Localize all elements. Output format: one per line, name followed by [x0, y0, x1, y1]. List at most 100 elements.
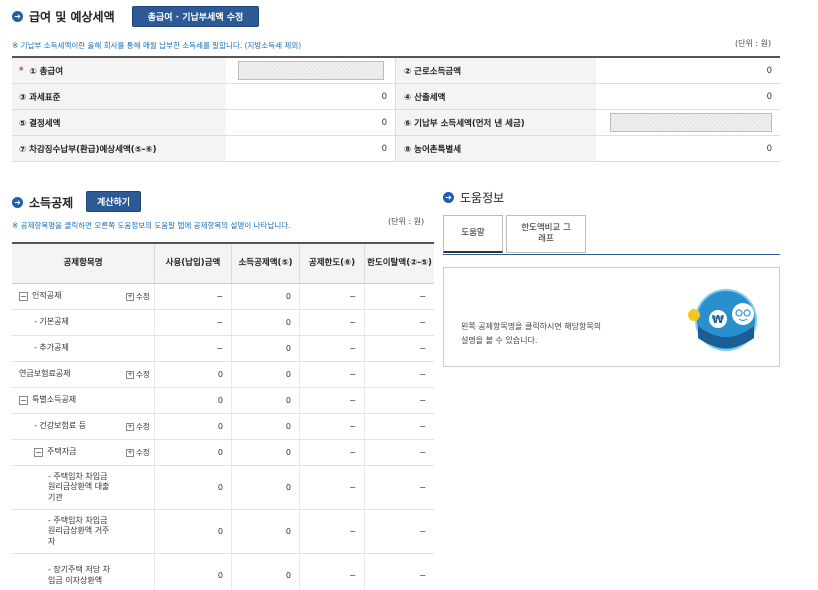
- deduction-section-title-text: 소득공제: [29, 196, 74, 210]
- deduction-item-name[interactable]: - 장기주택 저당 차입금 이자상환액: [48, 565, 116, 586]
- calculated-tax-value: 0: [766, 91, 772, 102]
- deduction-amount-cell: 0: [232, 284, 300, 309]
- deduction-item-name[interactable]: - 건강보험료 등: [34, 421, 134, 431]
- collapse-toggle-icon[interactable]: −: [19, 396, 28, 405]
- edit-label: 수정: [136, 448, 150, 457]
- used-amount-cell: 0: [155, 362, 232, 387]
- deduction-amount-cell: 0: [232, 510, 300, 553]
- deduction-amount-cell: 0: [232, 414, 300, 439]
- salary-row: * ① 총급여 ② 근로소득금액 0: [12, 58, 780, 84]
- help-text-line2: 설명을 볼 수 있습니다.: [461, 335, 538, 345]
- plus-icon: +: [126, 422, 134, 431]
- plus-icon: +: [126, 448, 134, 457]
- deduction-item-cell: − 인적공제 + 수정: [12, 284, 155, 309]
- header-deduction-amount: 소득공제액(⑤): [232, 244, 300, 283]
- collapse-toggle-icon[interactable]: −: [19, 292, 28, 301]
- edit-label: 수정: [136, 292, 150, 301]
- deduction-item-name[interactable]: 인적공제: [32, 291, 132, 301]
- help-section-title: ➜ 도움정보: [443, 189, 504, 206]
- tab-limit-graph[interactable]: 한도액비교 그래프: [506, 215, 586, 253]
- deduction-note: ※ 공제항목명을 클릭하면 오른쪽 도움정보의 도움말 탭에 공제항목의 설명이…: [12, 221, 291, 230]
- prepaid-tax-input[interactable]: [610, 113, 772, 132]
- excess-cell: −: [419, 527, 426, 536]
- used-amount-cell: 0: [155, 414, 232, 439]
- table-row: - 추가공제 −0− −: [12, 336, 434, 362]
- total-salary-input[interactable]: [237, 61, 384, 80]
- deduction-item-name[interactable]: - 주택임차 차입금 원리금상환액 대출기관: [48, 472, 116, 503]
- salary-note: ※ 기납부 소득세액이란 올해 회사를 통해 매월 납부한 소득세를 말합니다.…: [12, 41, 302, 50]
- used-amount-cell: 0: [155, 466, 232, 509]
- limit-cell: −: [300, 310, 365, 335]
- used-amount-cell: 0: [155, 440, 232, 465]
- deduction-amount-cell: 0: [232, 440, 300, 465]
- collapse-toggle-icon[interactable]: −: [34, 448, 43, 457]
- deduction-item-cell: - 주택임차 차입금 원리금상환액 거주자: [12, 510, 155, 553]
- edit-link[interactable]: + 수정: [126, 291, 150, 302]
- determined-tax-label: ⑤ 결정세액: [12, 110, 226, 135]
- salary-grid: * ① 총급여 ② 근로소득금액 0 ③ 과세표준 0 ④ 산출세액 0 ⑤ 결정…: [12, 56, 780, 162]
- calculate-button[interactable]: 계산하기: [86, 191, 141, 212]
- tab-help[interactable]: 도움말: [443, 215, 503, 253]
- limit-cell: −: [300, 388, 365, 413]
- limit-cell: −: [300, 362, 365, 387]
- edit-label: 수정: [136, 422, 150, 431]
- limit-cell: −: [300, 414, 365, 439]
- table-row: - 기본공제 −0− −: [12, 310, 434, 336]
- used-amount-cell: 0: [155, 554, 232, 590]
- used-amount-cell: −: [155, 284, 232, 309]
- edit-link[interactable]: + 수정: [126, 421, 150, 432]
- rural-tax-value: 0: [766, 143, 772, 154]
- earned-income-label: ② 근로소득금액: [396, 58, 596, 83]
- edit-label: 수정: [136, 370, 150, 379]
- plus-icon: +: [126, 292, 134, 301]
- table-row: - 장기주택 저당 차입금 이자상환액 0 0− −: [12, 554, 434, 590]
- salary-section-title: ➜ 급여 및 예상세액: [12, 8, 115, 25]
- edit-link[interactable]: + 수정: [126, 369, 150, 380]
- deduction-item-name[interactable]: - 추가공제: [34, 343, 134, 353]
- prepaid-tax-cell: [596, 110, 780, 135]
- salary-section-title-text: 급여 및 예상세액: [29, 10, 115, 24]
- deduction-table-header: 공제항목명 사용(납입)금액 소득공제액(⑤) 공제한도(⑥) 한도이탈액(②-…: [12, 244, 434, 284]
- help-character-icon: ₩: [688, 289, 757, 351]
- header-excess: 한도이탈액(②-⑤): [367, 258, 432, 269]
- used-amount-cell: 0: [155, 510, 232, 553]
- earned-income-value: 0: [766, 65, 772, 76]
- deduction-table-body: − 인적공제 + 수정 −0− − - 기본공제 −0− − - 추가공제 −0− − 연금보험료공제 +…: [12, 284, 434, 590]
- deduction-amount-cell: 0: [232, 388, 300, 413]
- deduction-amount-cell: 0: [232, 336, 300, 361]
- header-item-name: 공제항목명: [12, 244, 155, 283]
- edit-link[interactable]: + 수정: [126, 447, 150, 458]
- salary-unit: (단위 : 원): [735, 39, 772, 48]
- tab-underline: [443, 254, 780, 255]
- deduction-item-name[interactable]: 연금보험료공제: [19, 369, 119, 379]
- deduction-item-cell: 연금보험료공제 + 수정: [12, 362, 155, 387]
- expected-tax-label: ⑦ 차감징수납부(환급)예상세액(⑤-⑥): [12, 136, 226, 161]
- svg-text:₩: ₩: [712, 313, 724, 326]
- excess-cell: −: [419, 422, 426, 431]
- table-row: - 주택임차 차입금 원리금상환액 거주자 0 0− −: [12, 510, 434, 554]
- table-row: − 주택자금 + 수정 0 0− −: [12, 440, 434, 466]
- tax-base-value: 0: [226, 84, 396, 109]
- total-salary-label: * ① 총급여: [12, 58, 226, 83]
- help-text: 왼쪽 공제항목명을 클릭하시면 해당항목의 설명을 볼 수 있습니다.: [461, 320, 601, 347]
- total-salary-cell: [226, 58, 396, 83]
- tax-base-label: ③ 과세표준: [12, 84, 226, 109]
- deduction-amount-cell: 0: [232, 466, 300, 509]
- excess-cell: −: [419, 344, 426, 353]
- edit-salary-button[interactable]: 총급여 · 기납부세액 수정: [132, 6, 259, 27]
- plus-icon: +: [126, 370, 134, 379]
- limit-cell: −: [300, 440, 365, 465]
- deduction-item-cell: - 기본공제: [12, 310, 155, 335]
- excess-cell: −: [419, 318, 426, 327]
- deduction-item-cell: - 주택임차 차입금 원리금상환액 대출기관: [12, 466, 155, 509]
- deduction-unit: (단위 : 원): [388, 217, 425, 226]
- table-row: - 주택임차 차입금 원리금상환액 대출기관 0 0− −: [12, 466, 434, 510]
- deduction-item-name[interactable]: - 기본공제: [34, 317, 134, 327]
- header-used-amount: 사용(납입)금액: [155, 244, 232, 283]
- deduction-item-name[interactable]: - 주택임차 차입금 원리금상환액 거주자: [48, 516, 116, 547]
- salary-row: ⑤ 결정세액 0 ⑥ 기납부 소득세액(먼저 낸 세금): [12, 110, 780, 136]
- deduction-item-name[interactable]: 특별소득공제: [32, 395, 132, 405]
- deduction-item-cell: - 추가공제: [12, 336, 155, 361]
- used-amount-cell: 0: [155, 388, 232, 413]
- limit-cell: −: [300, 284, 365, 309]
